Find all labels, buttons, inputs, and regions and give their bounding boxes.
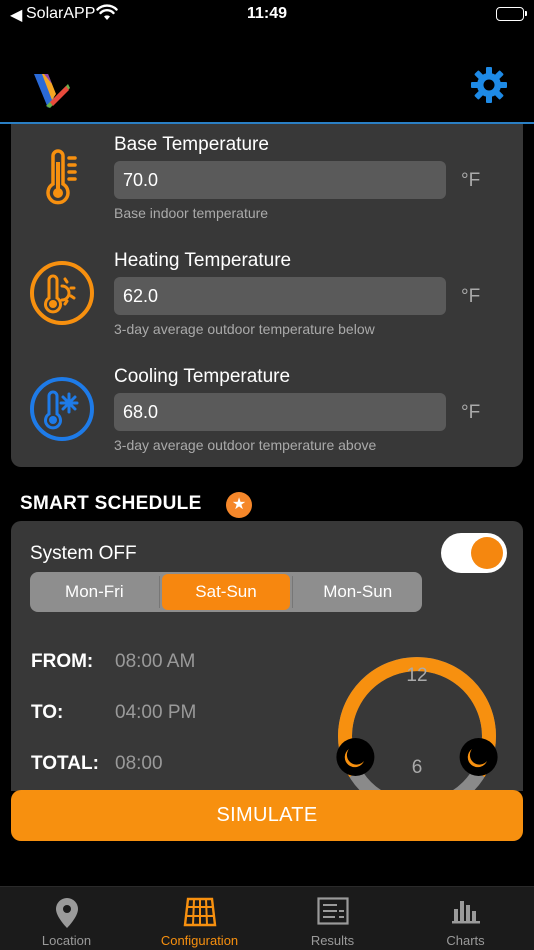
tab-location[interactable]: Location xyxy=(0,887,133,950)
segment-sat-sun[interactable]: Sat-Sun xyxy=(161,574,291,610)
status-bar: ◀ SolarAPP 11:49 xyxy=(0,0,534,30)
schedule-dial[interactable]: 12 6 xyxy=(327,641,507,791)
tab-results-label: Results xyxy=(310,933,355,948)
total-value: 08:00 xyxy=(115,753,163,774)
base-temperature-row: Base Temperature 70.0 °F Base indoor tem… xyxy=(11,124,523,240)
base-temperature-input[interactable]: 70.0 xyxy=(114,161,446,199)
segment-divider xyxy=(158,576,160,608)
smart-schedule-title: SMART SCHEDULE xyxy=(20,493,202,514)
bar-chart-icon xyxy=(451,897,481,930)
tab-charts[interactable]: Charts xyxy=(399,887,532,950)
cooling-temperature-input[interactable]: 68.0 xyxy=(114,393,446,431)
tab-location-label: Location xyxy=(41,933,92,948)
thermometer-icon xyxy=(29,144,95,210)
end-handle-moon-icon[interactable] xyxy=(459,738,498,776)
heating-temperature-unit: °F xyxy=(461,286,481,307)
cooling-temperature-unit: °F xyxy=(461,402,481,423)
battery-icon xyxy=(496,7,527,21)
temperature-card: Base Temperature 70.0 °F Base indoor tem… xyxy=(11,124,523,467)
simulate-button[interactable]: SIMULATE xyxy=(11,790,523,841)
cooling-temperature-row: Cooling Temperature 68.0 °F 3-day averag… xyxy=(11,356,523,472)
nav-bar xyxy=(0,30,534,124)
to-label: TO: xyxy=(31,702,64,723)
dial-label-6: 6 xyxy=(412,757,423,778)
toggle-knob xyxy=(471,537,503,569)
tab-configuration[interactable]: Configuration xyxy=(133,887,266,950)
thermometer-sun-icon xyxy=(29,260,95,326)
tab-charts-label: Charts xyxy=(446,933,485,948)
tab-results[interactable]: Results xyxy=(266,887,399,950)
base-temperature-title: Base Temperature xyxy=(114,134,269,155)
gear-icon[interactable] xyxy=(470,66,508,109)
heating-temperature-title: Heating Temperature xyxy=(114,250,292,271)
cooling-temperature-title: Cooling Temperature xyxy=(114,366,291,387)
from-label: FROM: xyxy=(31,651,94,672)
results-list-icon xyxy=(316,897,349,930)
heating-temperature-row: Heating Temperature 62.0 °F 3-day averag… xyxy=(11,240,523,356)
heating-temperature-hint: 3-day average outdoor temperature below xyxy=(114,321,375,337)
day-range-segmented-control: Mon-Fri Sat-Sun Mon-Sun xyxy=(30,572,422,612)
total-label: TOTAL: xyxy=(31,753,99,774)
clock-time: 11:49 xyxy=(246,5,288,22)
dial-label-12: 12 xyxy=(406,665,427,686)
system-status-label: System OFF xyxy=(30,543,137,564)
to-value[interactable]: 04:00 PM xyxy=(115,702,196,724)
heating-temperature-input[interactable]: 62.0 xyxy=(114,277,446,315)
base-temperature-hint: Base indoor temperature xyxy=(114,205,269,221)
thermometer-snowflake-icon xyxy=(29,376,95,442)
system-toggle[interactable] xyxy=(441,533,507,573)
solar-panel-icon xyxy=(183,897,217,932)
from-value[interactable]: 08:00 AM xyxy=(115,651,195,673)
segment-mon-fri[interactable]: Mon-Fri xyxy=(30,572,159,612)
smart-schedule-card: System OFF Mon-Fri Sat-Sun Mon-Sun FROM:… xyxy=(11,521,523,791)
start-handle-moon-icon[interactable] xyxy=(336,738,375,776)
location-pin-icon xyxy=(54,897,80,934)
star-icon[interactable]: ★ xyxy=(226,492,252,518)
app-logo-icon xyxy=(32,70,72,115)
tab-bar: Location Configuration Results Charts xyxy=(0,886,534,950)
tab-configuration-label: Configuration xyxy=(160,933,239,948)
segment-mon-sun[interactable]: Mon-Sun xyxy=(293,572,422,612)
base-temperature-unit: °F xyxy=(461,170,481,191)
cooling-temperature-hint: 3-day average outdoor temperature above xyxy=(114,437,377,453)
